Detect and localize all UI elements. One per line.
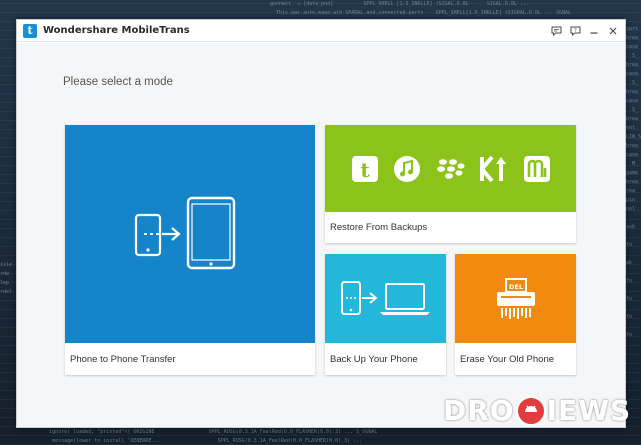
window-controls: ? <box>548 23 621 39</box>
phone-to-laptop-icon <box>340 280 430 315</box>
app-logo-letter: t <box>27 23 33 37</box>
mobilego-icon <box>523 155 551 183</box>
itunes-icon <box>393 155 421 183</box>
restore-services-art: t <box>325 125 576 212</box>
svg-text:t: t <box>360 158 370 182</box>
tile-label: Back Up Your Phone <box>330 353 418 365</box>
tile-label: Erase Your Old Phone <box>460 353 555 365</box>
app-window: t Wondershare MobileTrans ? Please selec… <box>16 19 626 428</box>
background-text: oprs brea case S_ brea case S_ brea case… <box>626 26 641 338</box>
watermark-left: DRO <box>443 394 515 427</box>
erase-your-old-phone-tile[interactable]: DEL Erase Your Old Phone <box>455 254 576 375</box>
minimize-icon[interactable] <box>586 23 602 39</box>
phone-to-phone-icon <box>134 196 236 270</box>
mobiletrans-icon: t <box>351 155 379 183</box>
app-logo-icon: t <box>23 23 37 38</box>
svg-text:?: ? <box>574 28 577 34</box>
kies-icon <box>479 155 509 183</box>
window-title: Wondershare MobileTrans <box>43 25 190 36</box>
erase-art: DEL <box>455 254 576 343</box>
title-bar: t Wondershare MobileTrans ? <box>17 20 625 42</box>
main-content: Please select a mode Phone to Phone Tran… <box>17 43 625 427</box>
feedback-icon[interactable] <box>548 23 564 39</box>
shredder-label: DEL <box>509 283 523 291</box>
background-text: isle rdw lep rdel <box>0 262 13 295</box>
watermark-right: IEWS <box>546 394 632 427</box>
close-icon[interactable] <box>605 23 621 39</box>
backup-art <box>325 254 446 343</box>
background-text: ignore( loaded, "printed"<( ORIGINE SPPL… <box>49 429 378 444</box>
phone-to-phone-transfer-tile[interactable]: Phone to Phone Transfer <box>65 125 315 375</box>
phone-transfer-art <box>65 125 315 343</box>
blackberry-icon <box>435 157 465 181</box>
droid-badge-icon <box>515 396 546 426</box>
restore-from-backups-tile[interactable]: t Restore From Backups <box>325 125 576 243</box>
tile-label: Restore From Backups <box>330 222 428 233</box>
tile-label: Phone to Phone Transfer <box>70 353 176 365</box>
page-title: Please select a mode <box>63 76 173 88</box>
watermark: DRO IEWS <box>443 396 631 426</box>
shredder-icon: DEL <box>496 277 535 319</box>
back-up-your-phone-tile[interactable]: Back Up Your Phone <box>325 254 446 375</box>
help-icon[interactable]: ? <box>567 23 583 39</box>
